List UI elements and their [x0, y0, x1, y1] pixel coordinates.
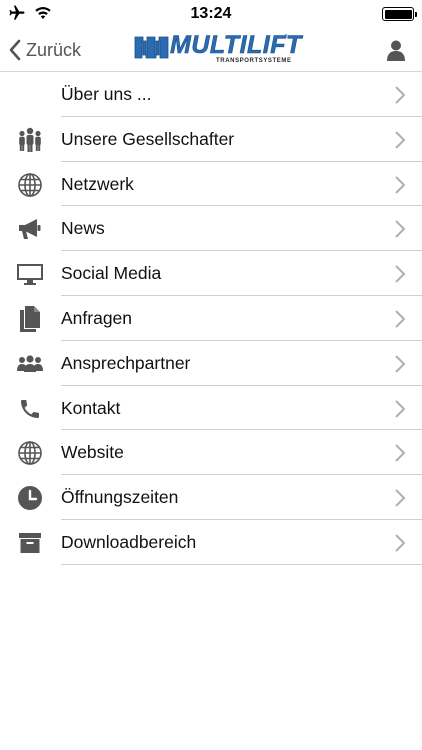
- app-screen: 13:24 Zurück MULTILIFT ® TRANSPORTSYSTEM…: [0, 0, 422, 750]
- globe-icon: [16, 440, 44, 466]
- menu-item-oeffnungszeiten[interactable]: Öffnungszeiten: [0, 475, 422, 520]
- status-time: 13:24: [190, 5, 232, 22]
- status-bar: 13:24: [0, 0, 422, 28]
- menu-item-netzwerk[interactable]: Netzwerk: [0, 162, 422, 207]
- menu-item-label: Ansprechpartner: [61, 352, 191, 373]
- clock-icon: [16, 485, 44, 511]
- navigation-bar: Zurück MULTILIFT ® TRANSPORTSYSTEME: [0, 28, 422, 72]
- phone-icon: [16, 396, 44, 422]
- chevron-right-icon: [395, 399, 406, 418]
- logo-registered-mark: ®: [284, 34, 288, 40]
- menu-item-label: Social Media: [61, 263, 162, 284]
- menu-item-gesellschafter[interactable]: Unsere Gesellschafter: [0, 117, 422, 162]
- menu-item-website[interactable]: Website: [0, 430, 422, 476]
- menu-item-label: Öffnungszeiten: [61, 487, 179, 508]
- chevron-right-icon: [395, 175, 406, 194]
- menu-item-ueber-uns[interactable]: Über uns ...: [0, 72, 422, 117]
- menu-item-label: Website: [61, 442, 124, 463]
- menu-item-label: Downloadbereich: [61, 531, 197, 552]
- documents-icon: [16, 305, 44, 332]
- chevron-right-icon: [395, 355, 406, 373]
- chevron-right-icon: [395, 131, 406, 149]
- logo-wordmark: MULTILIFT: [170, 31, 302, 60]
- chevron-right-icon: [395, 534, 406, 552]
- back-button[interactable]: Zurück: [8, 36, 81, 64]
- archive-box-icon: [16, 530, 44, 556]
- chevron-right-icon: [395, 489, 406, 507]
- battery-icon: [382, 7, 417, 21]
- monitor-icon: [16, 261, 44, 287]
- person-icon: [387, 40, 405, 61]
- logo-mark-icon: [134, 36, 169, 59]
- megaphone-icon: [16, 216, 44, 242]
- multilift-logo: MULTILIFT ® TRANSPORTSYSTEME: [134, 31, 302, 69]
- chevron-right-icon: [395, 444, 406, 463]
- menu-item-downloadbereich[interactable]: Downloadbereich: [0, 520, 422, 565]
- logo-subtitle: TRANSPORTSYSTEME: [216, 58, 292, 64]
- menu-item-label: Netzwerk: [61, 173, 134, 194]
- menu-list: Über uns ... Unsere Gesellschafter Netzw…: [0, 72, 422, 565]
- menu-item-ansprechpartner[interactable]: Ansprechpartner: [0, 341, 422, 386]
- chevron-right-icon: [395, 265, 406, 283]
- status-left: [8, 4, 52, 22]
- menu-item-label: Über uns ...: [61, 84, 152, 104]
- menu-item-news[interactable]: News: [0, 206, 422, 252]
- chevron-right-icon: [395, 310, 406, 328]
- chevron-left-icon: [9, 39, 21, 61]
- chevron-right-icon: [395, 220, 406, 239]
- menu-item-label: Kontakt: [61, 397, 121, 418]
- contacts-icon: [16, 351, 44, 377]
- chevron-right-icon: [395, 86, 406, 104]
- menu-item-kontakt[interactable]: Kontakt: [0, 386, 422, 431]
- back-label: Zurück: [26, 39, 82, 60]
- menu-item-anfragen[interactable]: Anfragen: [0, 296, 422, 341]
- globe-icon: [16, 172, 44, 198]
- divider: [61, 563, 422, 565]
- menu-item-label: Unsere Gesellschafter: [61, 128, 235, 149]
- airplane-icon: [9, 5, 25, 20]
- menu-item-label: Anfragen: [61, 307, 133, 328]
- menu-item-label: News: [61, 218, 105, 239]
- profile-button[interactable]: [384, 38, 408, 62]
- wifi-icon: [35, 7, 51, 19]
- battery-level: [384, 9, 412, 19]
- menu-item-social-media[interactable]: Social Media: [0, 251, 422, 296]
- people-group-icon: [16, 127, 44, 153]
